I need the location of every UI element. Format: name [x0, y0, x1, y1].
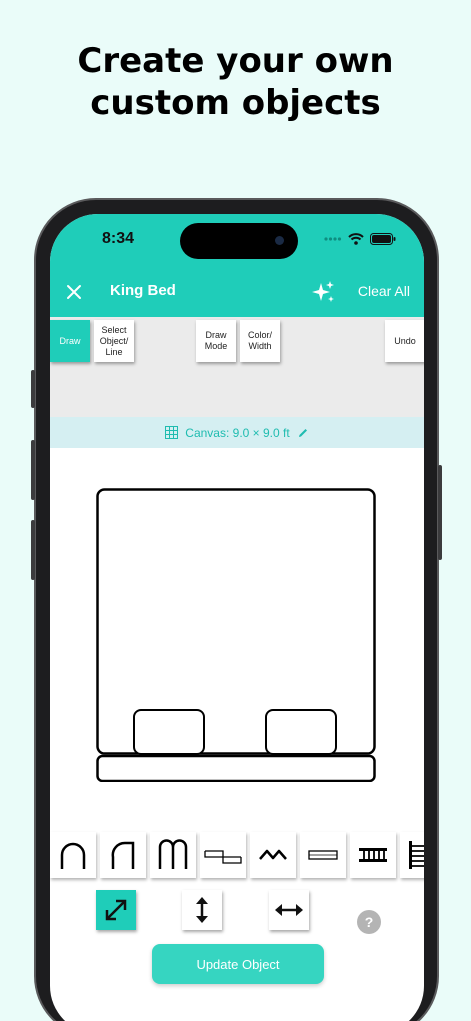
peak-shape-icon	[259, 849, 287, 860]
phone-volume-up-button	[31, 440, 35, 500]
pencil-icon[interactable]	[297, 427, 309, 439]
horizontal-arrows-icon	[275, 904, 303, 916]
rectangle-shape-icon	[308, 850, 338, 860]
draw-tool-button[interactable]: Draw	[50, 320, 90, 362]
pillow-left	[133, 709, 205, 755]
ladder-shape-button[interactable]	[350, 832, 396, 878]
phone-frame: 8:34 King Bed Clear All Draw Select Obje…	[31, 198, 442, 1021]
signal-icon	[324, 237, 342, 241]
update-object-button[interactable]: Update Object	[152, 944, 324, 984]
arch-shape-button[interactable]	[50, 832, 96, 878]
resize-diagonal-button[interactable]	[96, 890, 136, 930]
diagonal-arrows-icon	[105, 899, 127, 921]
front-camera	[275, 236, 284, 245]
double-arch-shape-icon	[158, 839, 188, 869]
phone-volume-down-button	[31, 520, 35, 580]
rectangle-shape-button[interactable]	[300, 832, 346, 878]
headline-line-1: Create your own	[77, 41, 394, 81]
drawing-canvas[interactable]	[50, 448, 424, 830]
help-icon[interactable]: ?	[357, 910, 381, 934]
status-time: 8:34	[102, 230, 135, 247]
draw-mode-button[interactable]: Draw Mode	[196, 320, 236, 362]
headboard	[96, 754, 376, 782]
step-door-shape-button[interactable]	[200, 832, 246, 878]
arch-shape-icon	[60, 842, 86, 869]
color-width-button[interactable]: Color/ Width	[240, 320, 280, 362]
dynamic-island	[180, 223, 298, 259]
double-arch-shape-button[interactable]	[150, 832, 196, 878]
shape-palette	[50, 832, 424, 880]
vertical-arrows-icon	[196, 897, 208, 923]
status-icons	[324, 233, 396, 245]
canvas-size-bar[interactable]: Canvas: 9.0 × 9.0 ft	[50, 417, 424, 448]
select-object-line-button[interactable]: Select Object/ Line	[94, 320, 134, 362]
headline-line-2: custom objects	[90, 83, 381, 123]
clear-all-button[interactable]: Clear All	[358, 283, 410, 299]
close-icon[interactable]	[64, 282, 84, 302]
bed-drawing	[96, 488, 376, 782]
phone-screen: 8:34 King Bed Clear All Draw Select Obje…	[50, 214, 424, 1021]
peak-shape-button[interactable]	[250, 832, 296, 878]
quarter-arch-shape-icon	[111, 841, 135, 869]
resize-vertical-button[interactable]	[182, 890, 222, 930]
canvas-size-label: Canvas: 9.0 × 9.0 ft	[185, 425, 290, 440]
phone-power-button	[438, 465, 442, 560]
sparkle-icon[interactable]	[310, 279, 336, 305]
quarter-arch-shape-button[interactable]	[100, 832, 146, 878]
vertical-ladder-shape-icon	[409, 841, 424, 869]
ladder-shape-icon	[359, 848, 387, 862]
step-door-shape-icon	[204, 850, 242, 864]
app-bar: King Bed Clear All	[50, 269, 424, 317]
battery-icon	[370, 233, 396, 245]
phone-action-button	[31, 370, 35, 408]
wifi-icon	[348, 233, 364, 245]
headline: Create your own custom objects	[0, 40, 471, 124]
toolbar: Draw Select Object/ Line Draw Mode Color…	[50, 317, 424, 417]
vertical-ladder-shape-button[interactable]	[400, 832, 424, 878]
undo-button[interactable]: Undo	[385, 320, 424, 362]
resize-horizontal-button[interactable]	[269, 890, 309, 930]
pillow-right	[265, 709, 337, 755]
object-title: King Bed	[110, 282, 176, 299]
grid-icon	[165, 426, 179, 439]
